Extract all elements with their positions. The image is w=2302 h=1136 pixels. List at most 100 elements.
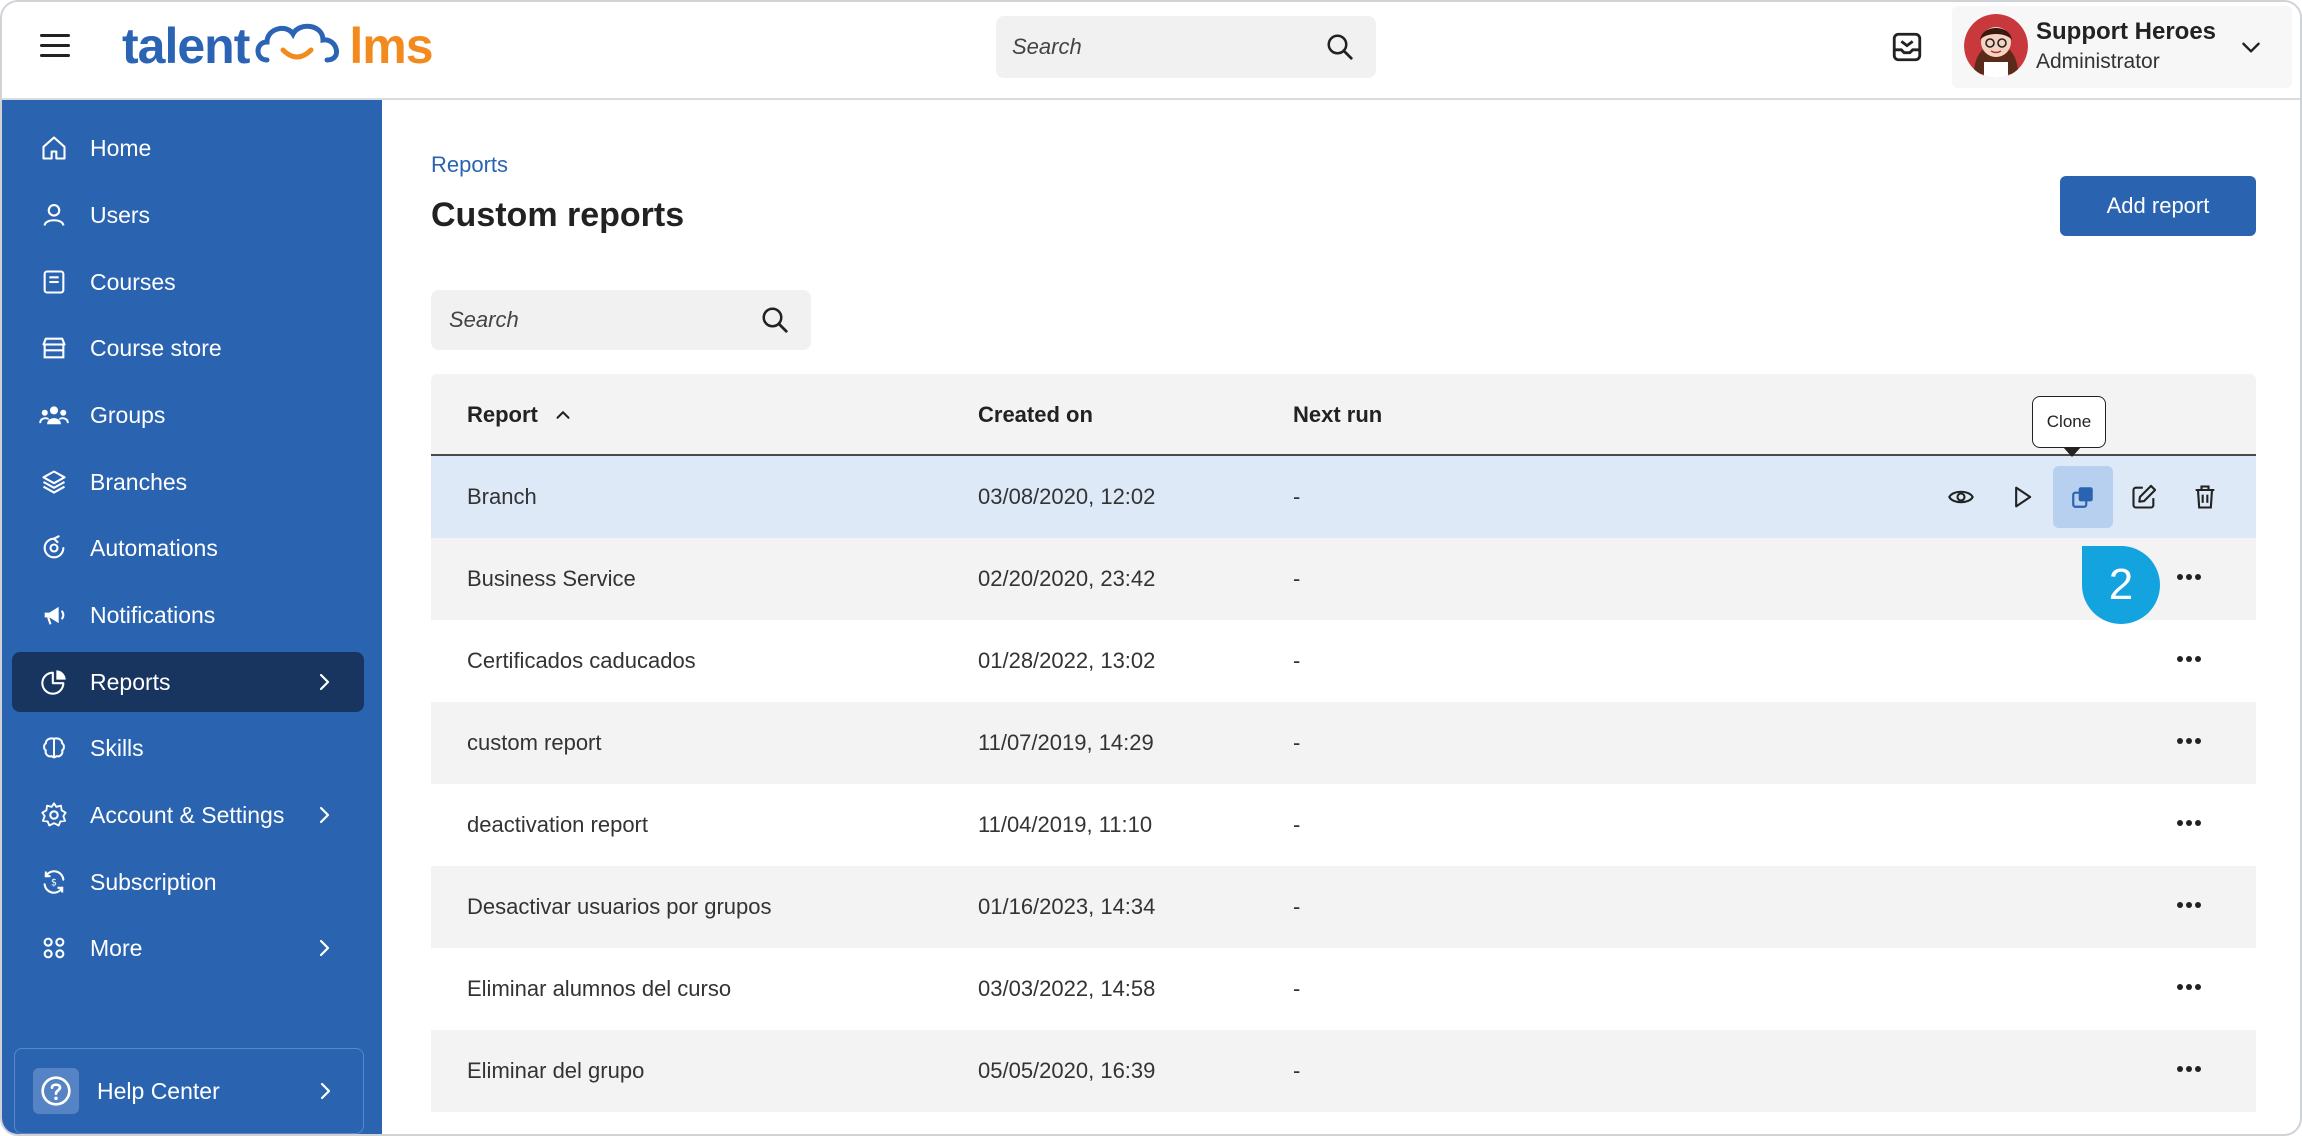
clone-tooltip: Clone xyxy=(2032,396,2106,457)
report-name[interactable]: custom report xyxy=(467,730,602,756)
chevron-down-icon[interactable] xyxy=(2238,34,2264,60)
created-on: 11/07/2019, 14:29 xyxy=(978,730,1154,755)
user-name: Support Heroes xyxy=(2036,18,2217,45)
next-run-column-header[interactable]: Next run xyxy=(1293,402,1382,428)
table-row[interactable]: Certificados caducados 01/28/2022, 13:02… xyxy=(431,620,2256,702)
table-row[interactable]: Branch 03/08/2020, 12:02 - xyxy=(431,456,2256,538)
user-role: Administrator xyxy=(2036,50,2160,73)
avatar xyxy=(1964,14,2028,78)
report-name[interactable]: Desactivar usuarios por grupos xyxy=(467,894,771,920)
table-row[interactable]: Desactivar usuarios por grupos 01/16/202… xyxy=(431,866,2256,948)
sidebar-item-home[interactable]: Home xyxy=(12,118,364,178)
table-row[interactable]: Eliminar del grupo 05/05/2020, 16:39 - xyxy=(431,1030,2256,1112)
sidebar-item-branches[interactable]: Branches xyxy=(12,452,364,512)
sidebar-item-account-settings[interactable]: Account & Settings xyxy=(12,785,364,845)
svg-text:$: $ xyxy=(51,878,57,889)
next-run: - xyxy=(1293,648,1301,673)
refresh-icon: $ xyxy=(38,866,70,898)
more-options-icon[interactable] xyxy=(2171,808,2207,838)
reports-table: Report Created on Next run Branch 03/08/… xyxy=(431,374,2256,1112)
next-run: - xyxy=(1293,976,1301,1001)
eye-icon[interactable] xyxy=(1931,466,1991,528)
more-options-icon[interactable] xyxy=(2171,890,2207,920)
talentlms-logo[interactable]: talent lms xyxy=(122,16,434,76)
chevron-up-icon xyxy=(556,411,570,419)
store-icon xyxy=(38,332,70,364)
layers-icon xyxy=(38,466,70,498)
add-report-button[interactable]: Add report xyxy=(2060,176,2256,236)
next-run: - xyxy=(1293,1058,1301,1083)
sidebar-item-automations[interactable]: Automations xyxy=(12,518,364,578)
app-window: talent lms Search Support Heroes Adminis… xyxy=(0,0,2302,1136)
report-name[interactable]: Business Service xyxy=(467,566,636,592)
chevron-right-icon xyxy=(313,1079,337,1103)
table-row[interactable]: deactivation report 11/04/2019, 11:10 - xyxy=(431,784,2256,866)
next-run: - xyxy=(1293,484,1301,509)
table-row[interactable]: custom report 11/07/2019, 14:29 - xyxy=(431,702,2256,784)
report-name[interactable]: deactivation report xyxy=(467,812,648,838)
question-icon xyxy=(33,1068,79,1114)
pie-chart-icon xyxy=(38,666,70,698)
sidebar-item-subscription[interactable]: $ Subscription xyxy=(12,852,364,912)
sidebar-item-courses[interactable]: Courses xyxy=(12,252,364,312)
table-header: Report Created on Next run xyxy=(431,374,2256,456)
user-menu[interactable]: Support Heroes Administrator xyxy=(1952,6,2292,88)
table-row[interactable]: Eliminar alumnos del curso 03/03/2022, 1… xyxy=(431,948,2256,1030)
inbox-icon[interactable] xyxy=(1890,30,1924,64)
automation-icon xyxy=(38,532,70,564)
home-icon xyxy=(38,132,70,164)
more-options-icon[interactable] xyxy=(2171,1054,2207,1084)
reports-search-input[interactable] xyxy=(431,290,755,350)
global-search xyxy=(996,16,1376,78)
trash-icon[interactable] xyxy=(2175,466,2235,528)
megaphone-icon xyxy=(38,599,70,631)
created-on-column-header[interactable]: Created on xyxy=(978,402,1093,428)
hamburger-menu-icon[interactable] xyxy=(40,34,70,60)
chevron-right-icon xyxy=(312,803,336,827)
created-on: 03/08/2020, 12:02 xyxy=(978,484,1156,509)
sidebar-item-groups[interactable]: Groups xyxy=(12,385,364,445)
gear-icon xyxy=(38,799,70,831)
more-options-icon[interactable] xyxy=(2171,972,2207,1002)
table-row[interactable]: Business Service 02/20/2020, 23:42 - xyxy=(431,538,2256,620)
sidebar-item-notifications[interactable]: Notifications xyxy=(12,585,364,645)
created-on: 02/20/2020, 23:42 xyxy=(978,566,1156,591)
report-name[interactable]: Eliminar alumnos del curso xyxy=(467,976,731,1002)
grid-icon xyxy=(38,932,70,964)
top-bar: talent lms Search Support Heroes Adminis… xyxy=(2,2,2300,100)
next-run: - xyxy=(1293,566,1301,591)
report-column-header[interactable]: Report xyxy=(467,402,574,428)
chevron-right-icon xyxy=(312,670,336,694)
next-run: - xyxy=(1293,730,1301,755)
created-on: 01/16/2023, 14:34 xyxy=(978,894,1156,919)
brain-icon xyxy=(38,732,70,764)
row-actions xyxy=(1931,466,2236,528)
reports-search xyxy=(431,290,811,350)
edit-icon[interactable] xyxy=(2114,466,2174,528)
breadcrumb[interactable]: Reports xyxy=(431,152,508,178)
search-icon[interactable] xyxy=(1320,27,1360,67)
sidebar-item-reports[interactable]: Reports xyxy=(12,652,364,712)
sidebar-item-users[interactable]: Users xyxy=(12,185,364,245)
more-options-icon[interactable] xyxy=(2171,644,2207,674)
created-on: 11/04/2019, 11:10 xyxy=(978,812,1153,837)
next-run: - xyxy=(1293,812,1301,837)
report-name[interactable]: Certificados caducados xyxy=(467,648,696,674)
book-icon xyxy=(38,266,70,298)
more-options-icon[interactable] xyxy=(2171,726,2207,756)
sidebar-item-skills[interactable]: Skills xyxy=(12,718,364,778)
sidebar-item-course-store[interactable]: Course store xyxy=(12,318,364,378)
sidebar-item-more[interactable]: More xyxy=(12,918,364,978)
report-name[interactable]: Eliminar del grupo xyxy=(467,1058,644,1084)
play-icon[interactable] xyxy=(1992,466,2052,528)
next-run: - xyxy=(1293,894,1301,919)
report-name[interactable]: Branch xyxy=(467,484,537,510)
page-title: Custom reports xyxy=(431,196,685,234)
clone-icon[interactable] xyxy=(2053,466,2113,528)
search-icon[interactable] xyxy=(755,300,795,340)
step-marker: 2 xyxy=(2082,546,2160,624)
global-search-input[interactable] xyxy=(996,16,1320,78)
groups-icon xyxy=(38,399,70,431)
more-options-icon[interactable] xyxy=(2171,562,2207,592)
help-center-button[interactable]: Help Center xyxy=(14,1048,364,1134)
